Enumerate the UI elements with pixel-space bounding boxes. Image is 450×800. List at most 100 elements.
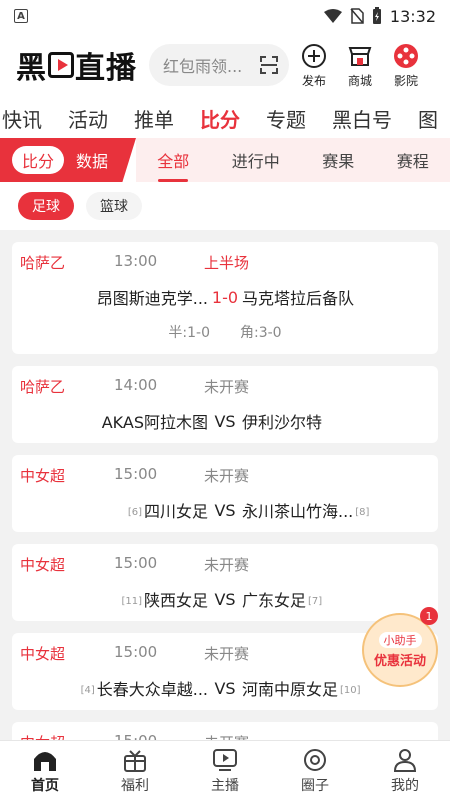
match-vs: VS	[214, 589, 236, 609]
nav-streamers[interactable]: 主播	[180, 741, 270, 800]
search-placeholder: 红包雨领...	[163, 57, 243, 76]
gift-icon	[124, 749, 146, 772]
segment-toggle: 比分 数据	[12, 146, 120, 174]
away-team: 伊利沙尔特	[242, 413, 323, 432]
tab-scores[interactable]: 比分	[200, 104, 240, 133]
subtab-all[interactable]: 全部	[157, 138, 189, 182]
plus-circle-icon	[302, 43, 326, 68]
chip-basketball[interactable]: 篮球	[86, 192, 142, 220]
cinema-button[interactable]: 影院	[385, 42, 427, 89]
nav-benefits-label: 福利	[121, 777, 149, 794]
nav-profile-label: 我的	[391, 777, 419, 794]
match-status: 上半场	[204, 254, 250, 272]
tab-accounts[interactable]: 黑白号	[332, 104, 392, 133]
promo-badge: 1	[420, 607, 438, 625]
segment-data[interactable]: 数据	[64, 148, 120, 172]
match-teams: AKAS阿拉木图 VS 伊利沙尔特	[12, 409, 438, 433]
league-name: 哈萨乙	[20, 378, 66, 396]
match-card[interactable]: 中女超 15:00 未开赛	[12, 722, 438, 740]
nav-profile[interactable]: 我的	[360, 741, 450, 800]
tab-topics[interactable]: 专题	[266, 104, 306, 133]
logo-play-icon	[48, 52, 74, 78]
tab-events[interactable]: 活动	[68, 104, 108, 133]
match-time: 13:00	[114, 252, 158, 270]
publish-button[interactable]: 发布	[293, 42, 335, 89]
match-teams: [11] 陕西女足 VS 广东女足 [7]	[12, 587, 438, 611]
promo-float-button[interactable]: 小助手 优惠活动 1	[362, 607, 438, 687]
segment-scores[interactable]: 比分	[12, 146, 64, 174]
user-icon	[393, 748, 417, 772]
nav-circle[interactable]: 圈子	[270, 741, 360, 800]
league-name: 中女超	[20, 645, 66, 663]
bottom-nav: 首页 福利 主播 圈子 我的	[0, 740, 450, 800]
home-team: 长春大众卓越...	[96, 680, 208, 699]
half-score: 半:1-0	[168, 325, 210, 341]
match-status: 未开赛	[204, 467, 250, 485]
sport-filter: 足球 篮球	[0, 182, 450, 230]
match-status: 未开赛	[204, 645, 250, 663]
match-vs: VS	[214, 678, 236, 698]
circle-icon	[304, 748, 326, 771]
match-card[interactable]: 中女超 15:00 未开赛 [11] 陕西女足 VS 广东女足 [7]	[12, 544, 438, 621]
league-name: 中女超	[20, 732, 65, 740]
home-rank: [6]	[127, 507, 142, 518]
away-team: 广东女足	[242, 591, 307, 610]
match-time: 15:00	[114, 465, 158, 483]
publish-label: 发布	[301, 73, 326, 88]
match-time: 15:00	[114, 643, 158, 661]
match-extra-stats: 半:1-0 角:3-0	[12, 322, 438, 342]
shop-label: 商城	[347, 73, 372, 88]
away-rank: [8]	[355, 507, 370, 518]
match-vs: VS	[214, 411, 236, 431]
tab-tips[interactable]: 推单	[134, 104, 174, 133]
home-team: 陕西女足	[143, 591, 208, 610]
shop-button[interactable]: 商城	[339, 42, 381, 89]
match-status: 未开赛	[204, 556, 250, 574]
wifi-icon	[323, 9, 342, 23]
match-time: 15:00	[114, 732, 157, 740]
match-vs: VS	[214, 500, 236, 520]
league-name: 中女超	[20, 556, 66, 574]
tab-images[interactable]: 图	[418, 104, 438, 133]
chip-football[interactable]: 足球	[18, 192, 74, 220]
app-logo[interactable]: 黑 直播	[16, 43, 137, 87]
corner-score: 角:3-0	[240, 325, 282, 341]
match-time: 14:00	[114, 376, 158, 394]
away-team: 永川茶山竹海...	[242, 502, 354, 521]
status-bar: A 13:32	[0, 0, 450, 32]
home-team: AKAS阿拉木图	[101, 413, 208, 432]
cinema-label: 影院	[393, 73, 418, 88]
away-team-wrap: 广东女足 [7]	[242, 587, 438, 611]
home-team-wrap: [6] 四川女足	[12, 498, 208, 522]
logo-text-3: 直播	[75, 51, 137, 86]
scan-icon[interactable]	[259, 55, 279, 75]
top-tabs: 快讯 活动 推单 比分 专题 黑白号 图	[0, 98, 450, 138]
film-reel-icon	[394, 43, 418, 68]
away-team: 马克塔拉后备队	[242, 289, 355, 308]
match-card[interactable]: 哈萨乙 13:00 上半场 昂图斯迪克学... 1-0 马克塔拉后备队 半:1-…	[12, 242, 438, 354]
subtab-live[interactable]: 进行中	[232, 138, 280, 182]
home-team: 昂图斯迪克学...	[96, 289, 208, 308]
home-team-wrap: [11] 陕西女足	[12, 587, 208, 611]
match-teams: [6] 四川女足 VS 永川茶山竹海... [8]	[12, 498, 438, 522]
match-teams: 昂图斯迪克学... 1-0 马克塔拉后备队	[12, 285, 438, 309]
nav-benefits[interactable]: 福利	[90, 741, 180, 800]
subtab-schedule[interactable]: 赛程	[397, 138, 429, 182]
match-status: 未开赛	[204, 732, 249, 740]
match-card[interactable]: 哈萨乙 14:00 未开赛 AKAS阿拉木图 VS 伊利沙尔特	[12, 366, 438, 443]
nav-circle-label: 圈子	[301, 777, 329, 794]
away-rank: [7]	[308, 596, 323, 607]
away-team-wrap: 永川茶山竹海... [8]	[242, 498, 438, 522]
status-subtabs: 全部 进行中 赛果 赛程	[136, 138, 450, 182]
nav-home[interactable]: 首页	[0, 741, 90, 800]
away-rank: [10]	[340, 685, 361, 696]
logo-text-1: 黑	[16, 51, 47, 86]
league-name: 哈萨乙	[20, 254, 66, 272]
match-card[interactable]: 中女超 15:00 未开赛 [6] 四川女足 VS 永川茶山竹海... [8]	[12, 455, 438, 532]
home-icon	[34, 751, 56, 771]
no-sim-icon	[350, 8, 364, 24]
search-bar[interactable]: 红包雨领...	[149, 44, 289, 86]
league-name: 中女超	[20, 467, 66, 485]
subtab-results[interactable]: 赛果	[322, 138, 354, 182]
tab-news[interactable]: 快讯	[2, 104, 42, 133]
